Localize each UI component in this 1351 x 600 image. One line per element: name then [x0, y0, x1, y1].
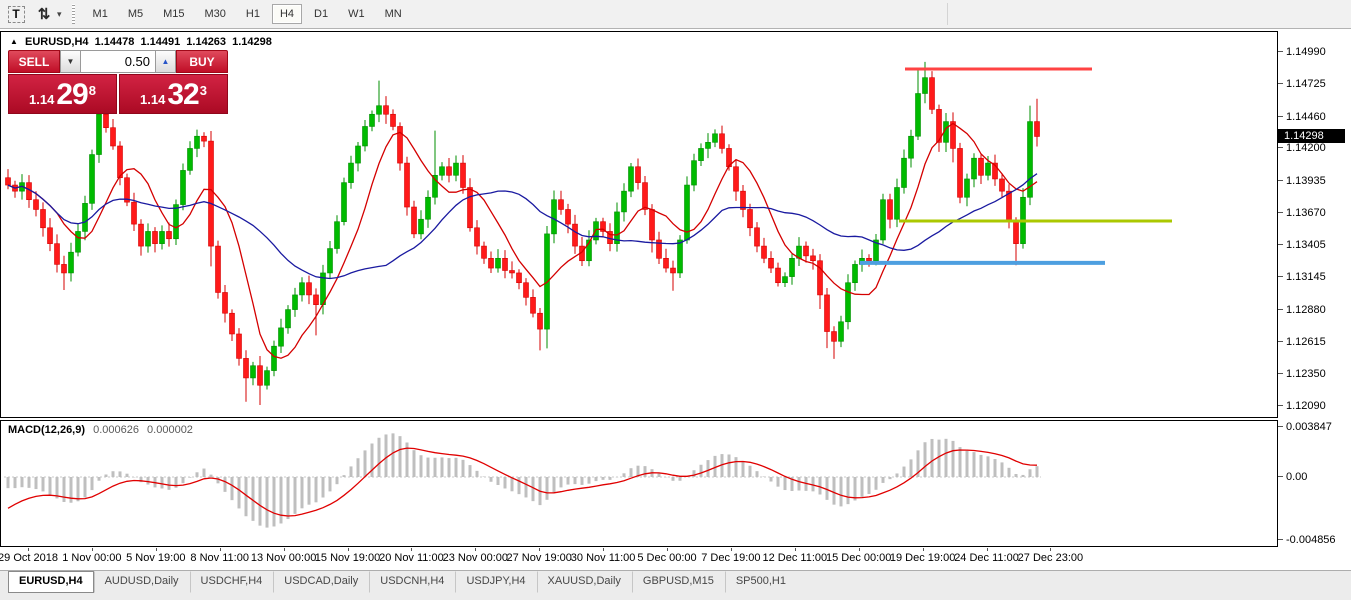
one-click-collapse-icon[interactable]: ▲: [10, 37, 18, 46]
time-axis-label: 23 Nov 00:00: [443, 552, 508, 564]
sell-price-box[interactable]: 1.14 29 8: [8, 74, 117, 114]
price-axis-label: 1.13670: [1278, 207, 1326, 219]
time-axis-label: 24 Dec 11:00: [954, 552, 1019, 564]
time-axis-label: 27 Dec 23:00: [1018, 552, 1083, 564]
macd-name: MACD(12,26,9): [8, 424, 85, 436]
ohlc-high: 1.14491: [140, 36, 180, 48]
time-axis-tick: [923, 548, 924, 551]
volume-increase-button[interactable]: ▲: [155, 50, 176, 73]
macd-indicator-label: MACD(12,26,9) 0.000626 0.000002: [8, 424, 193, 436]
price-axis-label: 1.14460: [1278, 111, 1326, 123]
sell-price-point: 8: [89, 83, 96, 98]
time-axis-tick: [156, 548, 157, 551]
volume-input[interactable]: 0.50: [81, 50, 155, 73]
time-axis-label: 13 Nov 00:00: [251, 552, 316, 564]
time-axis-tick: [348, 548, 349, 551]
time-axis-tick: [731, 548, 732, 551]
price-axis-label: 1.14200: [1278, 142, 1326, 154]
time-axis-tick: [284, 548, 285, 551]
time-axis-tick: [411, 548, 412, 551]
buy-price-point: 3: [200, 83, 207, 98]
buy-button[interactable]: BUY: [176, 50, 228, 73]
macd-signal-value: 0.000002: [147, 424, 193, 436]
price-axis-label: 1.12615: [1278, 336, 1326, 348]
time-axis[interactable]: 29 Oct 2018 1 Nov 00:00 5 Nov 19:00 8 Nov 1…: [0, 548, 1278, 569]
time-axis-tick: [1050, 548, 1051, 551]
price-axis-label: 1.13405: [1278, 239, 1326, 251]
price-axis-label: 1.14725: [1278, 78, 1326, 90]
current-price-badge: 1.14298: [1278, 129, 1345, 143]
time-axis-tick: [987, 548, 988, 551]
sell-button[interactable]: SELL: [8, 50, 60, 73]
time-axis-tick: [539, 548, 540, 551]
sell-price-pips: 29: [56, 80, 87, 110]
time-axis-label: 19 Dec 19:00: [890, 552, 955, 564]
one-click-trading-panel: SELL ▼ 0.50 ▲ BUY 1.14 29 8 1.14 32 3: [8, 50, 228, 114]
sell-price-prefix: 1.14: [29, 90, 54, 110]
chart-title: ▲ EURUSD,H4 1.14478 1.14491 1.14263 1.14…: [10, 36, 275, 48]
time-axis-tick: [667, 548, 668, 551]
time-axis-label: 30 Nov 11:00: [571, 552, 636, 564]
price-axis-label: 1.14990: [1278, 46, 1326, 58]
buy-price-box[interactable]: 1.14 32 3: [119, 74, 228, 114]
time-axis-tick: [603, 548, 604, 551]
time-axis-label: 12 Dec 11:00: [762, 552, 827, 564]
ohlc-low: 1.14263: [186, 36, 226, 48]
time-axis-label: 5 Nov 19:00: [126, 552, 185, 564]
time-axis-label: 27 Nov 19:00: [506, 552, 571, 564]
time-axis-label: 20 Nov 11:00: [379, 552, 444, 564]
macd-axis-label: 0.00: [1278, 471, 1307, 483]
time-axis-tick: [220, 548, 221, 551]
buy-price-prefix: 1.14: [140, 90, 165, 110]
time-axis-label: 15 Nov 19:00: [315, 552, 380, 564]
time-axis-label: 5 Dec 00:00: [637, 552, 696, 564]
time-axis-label: 7 Dec 19:00: [701, 552, 760, 564]
buy-price-pips: 32: [167, 80, 198, 110]
ohlc-close: 1.14298: [232, 36, 272, 48]
time-axis-tick: [92, 548, 93, 551]
time-axis-label: 15 Dec 00:00: [826, 552, 891, 564]
price-axis-label: 1.13935: [1278, 175, 1326, 187]
time-axis-label: 29 Oct 2018: [0, 552, 58, 564]
price-axis-label: 1.12090: [1278, 400, 1326, 412]
macd-axis-label: -0.004856: [1278, 534, 1336, 546]
price-axis-label: 1.13145: [1278, 271, 1326, 283]
volume-decrease-button[interactable]: ▼: [60, 50, 81, 73]
time-axis-tick: [859, 548, 860, 551]
symbol-name: EURUSD,H4: [25, 36, 89, 48]
time-axis-tick: [28, 548, 29, 551]
time-axis-label: 1 Nov 00:00: [62, 552, 121, 564]
macd-axis-label: 0.003847: [1278, 421, 1332, 433]
price-axis-label: 1.12350: [1278, 368, 1326, 380]
terminal-window: T ⇅ ▾ M1M5M15M30H1H4D1W1MN ▲ EURUSD,H4 1…: [0, 0, 1351, 600]
time-axis-tick: [475, 548, 476, 551]
ohlc-open: 1.14478: [95, 36, 135, 48]
time-axis-tick: [795, 548, 796, 551]
time-axis-label: 8 Nov 11:00: [190, 552, 249, 564]
price-axis-label: 1.12880: [1278, 304, 1326, 316]
macd-main-value: 0.000626: [93, 424, 139, 436]
